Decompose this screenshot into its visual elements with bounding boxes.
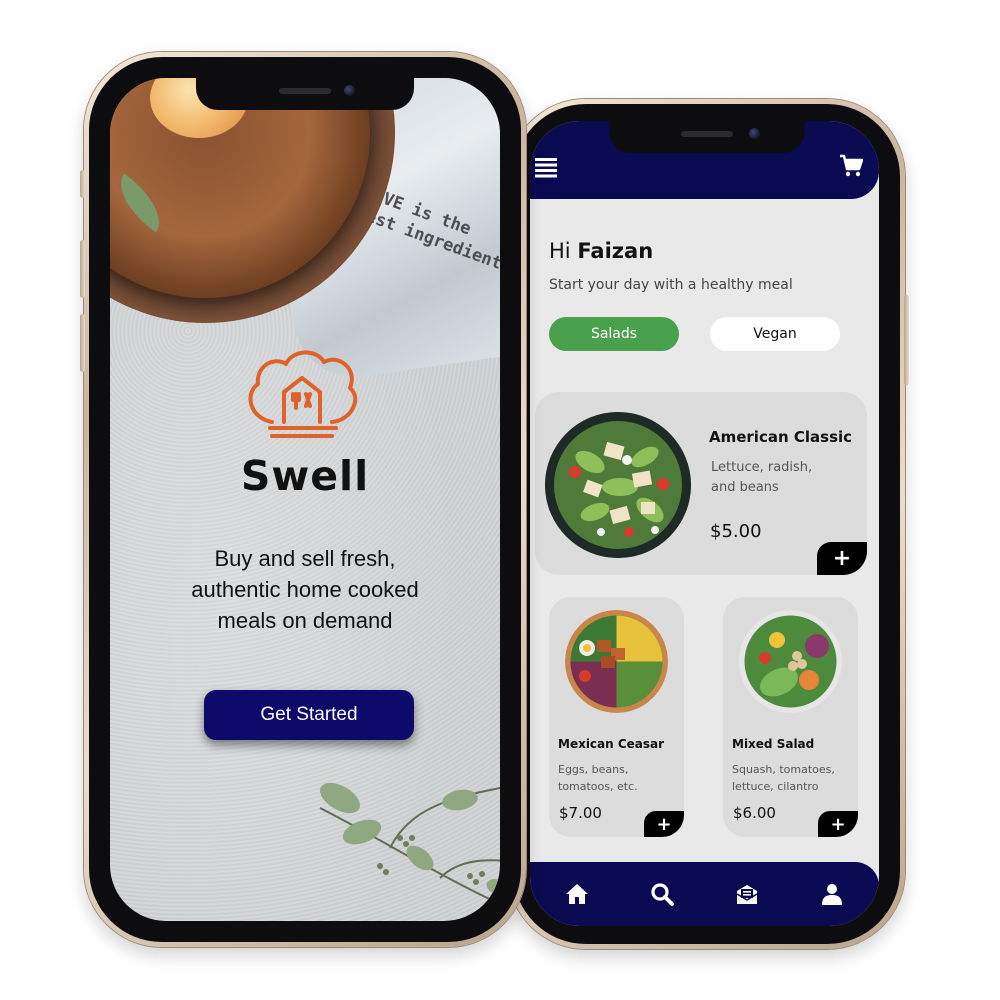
mixed-salad-bowl-image xyxy=(739,610,842,713)
mexican-salad-bowl-image xyxy=(565,610,668,713)
item-description: Squash, tomatoes, lettuce, cilantro xyxy=(732,761,835,795)
bottom-navigation xyxy=(530,862,879,926)
greeting: Hi Faizan xyxy=(549,239,653,263)
category-chip-salads[interactable]: Salads xyxy=(549,317,679,351)
home-icon[interactable] xyxy=(565,882,589,906)
user-name: Faizan xyxy=(577,239,654,263)
power-button xyxy=(904,295,909,385)
speaker xyxy=(680,131,733,137)
notch xyxy=(196,78,414,110)
get-started-button[interactable]: Get Started xyxy=(204,690,414,740)
tagline-line-3: meals on demand xyxy=(217,608,393,633)
item-description: Lettuce, radish, and beans xyxy=(711,458,812,498)
item-description-line: lettuce, cilantro xyxy=(732,780,819,793)
brand-name: Swell xyxy=(240,452,370,500)
profile-icon[interactable] xyxy=(820,882,844,906)
item-description-line: Squash, tomatoes, xyxy=(732,763,835,776)
shopping-cart-icon[interactable] xyxy=(839,154,863,178)
chef-hat-logo-icon xyxy=(248,350,358,438)
add-to-cart-button[interactable]: + xyxy=(818,811,858,837)
item-price: $6.00 xyxy=(733,804,776,822)
item-price: $7.00 xyxy=(559,804,602,822)
notch xyxy=(608,121,805,153)
search-icon[interactable] xyxy=(650,882,674,906)
speaker xyxy=(279,88,331,94)
item-name: American Classic xyxy=(709,428,853,446)
phone-menu: Hi Faizan Start your day with a healthy … xyxy=(508,99,909,949)
menu-item-card[interactable]: American Classic Lettuce, radish, and be… xyxy=(535,392,867,575)
eucalyptus-plant-image xyxy=(319,782,500,906)
menu-screen: Hi Faizan Start your day with a healthy … xyxy=(530,121,879,926)
mockup-stage: LOVE is the best ingredient Swell Buy an… xyxy=(0,0,1000,1000)
salad-bowl-image xyxy=(545,412,691,558)
add-to-cart-button[interactable]: + xyxy=(644,811,684,837)
phone-welcome: LOVE is the best ingredient Swell Buy an… xyxy=(80,52,526,947)
item-name: Mexican Ceasar xyxy=(558,737,665,751)
volume-down-button xyxy=(80,314,85,372)
welcome-screen: LOVE is the best ingredient Swell Buy an… xyxy=(110,78,500,921)
category-chip-vegan[interactable]: Vegan xyxy=(710,317,840,351)
volume-up-button xyxy=(80,240,85,298)
menu-item-card[interactable]: Mixed Salad Squash, tomatoes, lettuce, c… xyxy=(723,597,858,837)
tagline: Buy and sell fresh, authentic home cooke… xyxy=(160,543,450,636)
front-camera xyxy=(748,128,760,139)
bezel: LOVE is the best ingredient Swell Buy an… xyxy=(89,57,521,942)
menu-item-card[interactable]: Mexican Ceasar Eggs, beans, tomatoos, et… xyxy=(549,597,684,837)
greeting-subtitle: Start your day with a healthy meal xyxy=(549,277,793,293)
silent-switch xyxy=(80,170,85,198)
item-description: Eggs, beans, tomatoos, etc. xyxy=(558,761,638,795)
item-description-line: and beans xyxy=(711,480,779,495)
item-price: $5.00 xyxy=(710,521,762,542)
greeting-prefix: Hi xyxy=(549,239,578,263)
add-to-cart-button[interactable]: + xyxy=(817,542,867,575)
item-description-line: tomatoos, etc. xyxy=(558,780,638,793)
item-description-line: Lettuce, radish, xyxy=(711,460,813,475)
orders-icon[interactable] xyxy=(735,882,759,906)
item-name: Mixed Salad xyxy=(732,737,815,751)
hamburger-menu-icon[interactable] xyxy=(535,158,557,178)
bezel: Hi Faizan Start your day with a healthy … xyxy=(513,104,900,944)
tagline-line-1: Buy and sell fresh, xyxy=(214,546,396,571)
tagline-line-2: authentic home cooked xyxy=(191,577,419,602)
front-camera xyxy=(344,85,355,96)
item-description-line: Eggs, beans, xyxy=(558,763,629,776)
